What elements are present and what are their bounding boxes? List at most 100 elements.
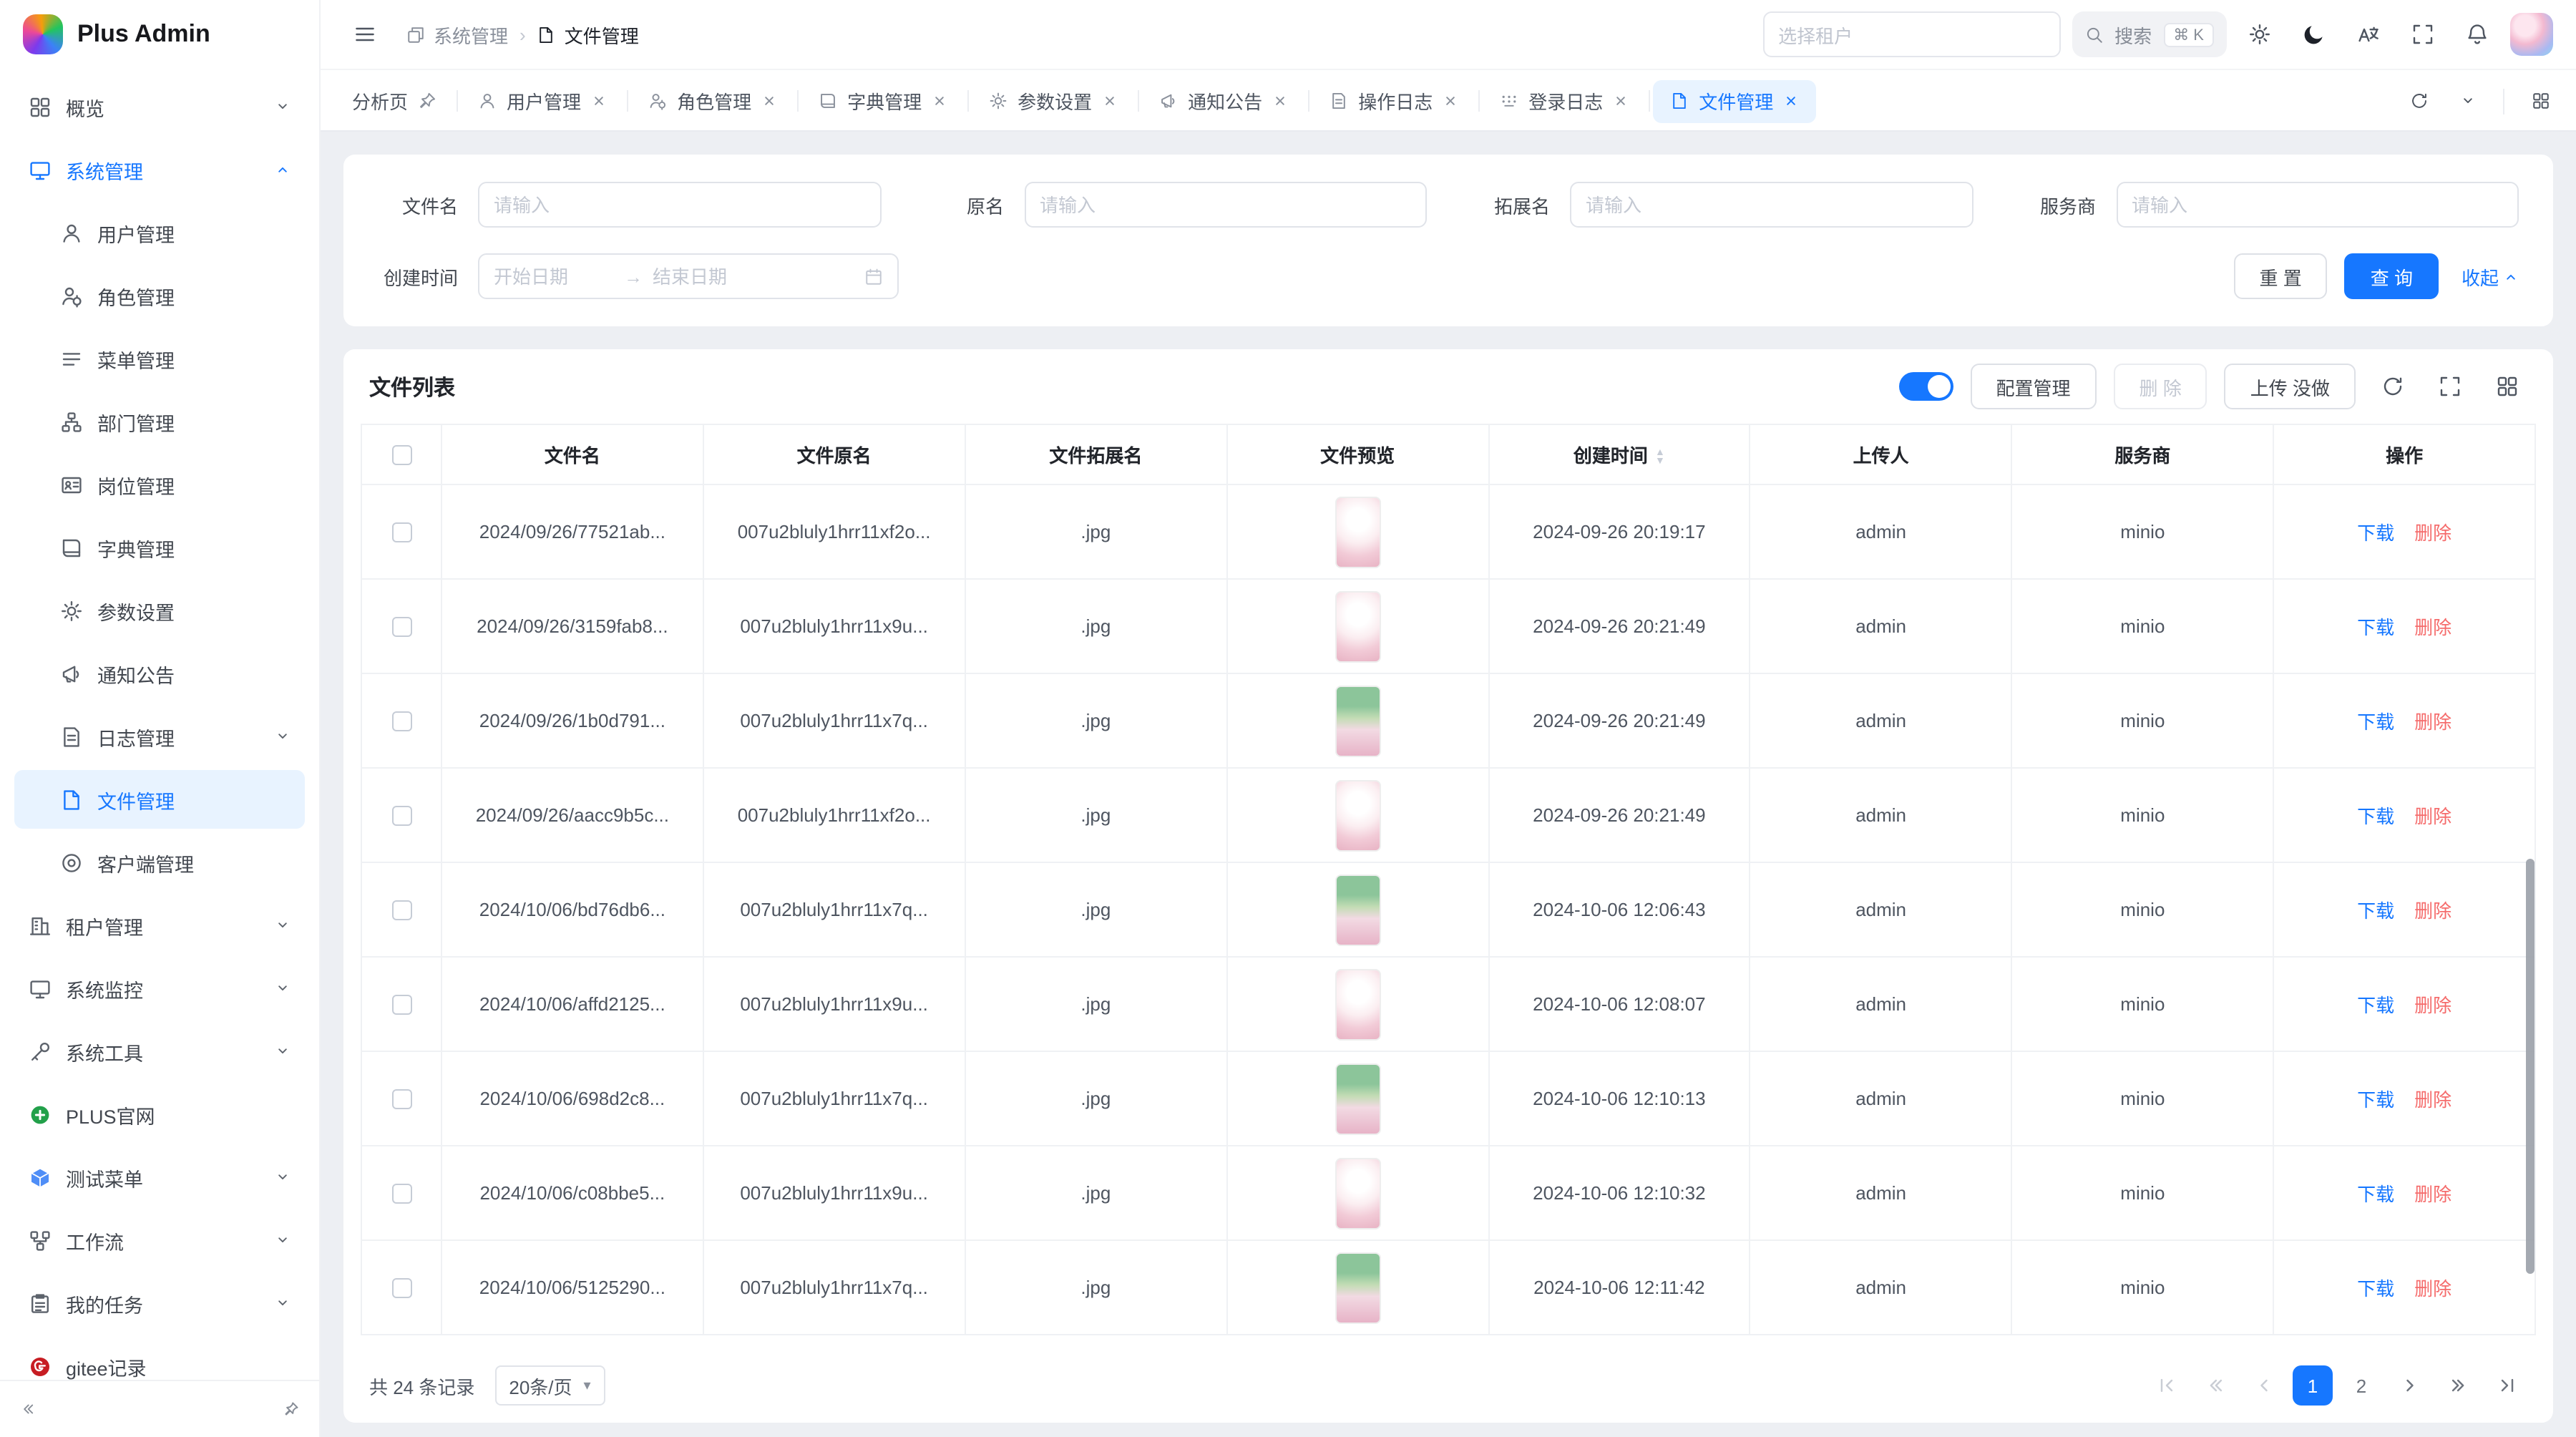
file-preview-image[interactable] — [1335, 779, 1380, 851]
page-1-button[interactable]: 1 — [2293, 1365, 2333, 1406]
language-button[interactable] — [2347, 13, 2390, 56]
file-preview-image[interactable] — [1335, 1157, 1380, 1229]
tab-file-management[interactable]: 文件管理 — [1653, 79, 1816, 122]
tab-notice[interactable]: 通知公告 — [1142, 79, 1305, 122]
download-link[interactable]: 下载 — [2357, 522, 2394, 544]
download-link[interactable]: 下载 — [2357, 900, 2394, 922]
forward-5-pages-button[interactable] — [2439, 1365, 2479, 1406]
upload-button[interactable]: 上传 没做 — [2225, 364, 2356, 409]
close-icon[interactable] — [932, 93, 947, 109]
download-link[interactable]: 下载 — [2357, 1184, 2394, 1205]
sidebar-item-plus-website[interactable]: PLUS官网 — [14, 1085, 305, 1144]
row-checkbox[interactable] — [391, 1090, 411, 1110]
page-size-select[interactable]: 20条/页 ▾ — [494, 1365, 605, 1406]
tab-menu-button[interactable] — [2446, 79, 2489, 122]
row-checkbox[interactable] — [391, 1279, 411, 1299]
back-5-pages-button[interactable] — [2195, 1365, 2235, 1406]
sidebar-item-tenant-management[interactable]: 租户管理 — [14, 896, 305, 955]
search-button[interactable]: 查 询 — [2345, 253, 2439, 299]
layout-button[interactable] — [2519, 79, 2562, 122]
breadcrumb-file-management[interactable]: 文件管理 — [537, 21, 639, 48]
start-date-input[interactable] — [494, 266, 614, 287]
tab-operation-log[interactable]: 操作日志 — [1312, 79, 1475, 122]
last-page-button[interactable] — [2487, 1365, 2527, 1406]
table-scrollbar[interactable] — [2526, 858, 2534, 1274]
delete-link[interactable]: 删除 — [2414, 1184, 2451, 1205]
tab-dict-management[interactable]: 字典管理 — [801, 79, 965, 122]
reset-button[interactable]: 重 置 — [2233, 253, 2327, 299]
date-range-picker[interactable]: → — [478, 253, 899, 299]
delete-link[interactable]: 删除 — [2414, 522, 2451, 544]
download-link[interactable]: 下载 — [2357, 1278, 2394, 1300]
tenant-select[interactable]: 选择租户 — [1762, 11, 2060, 57]
download-link[interactable]: 下载 — [2357, 806, 2394, 827]
refresh-tab-button[interactable] — [2397, 79, 2440, 122]
file-preview-image[interactable] — [1335, 1252, 1380, 1323]
config-management-button[interactable]: 配置管理 — [1970, 364, 2096, 409]
col-create-time[interactable]: 创建时间▲▼ — [1488, 424, 1750, 484]
sidebar-item-system-tools[interactable]: 系统工具 — [14, 1022, 305, 1081]
sidebar-item-department-management[interactable]: 部门管理 — [14, 392, 305, 451]
next-page-button[interactable] — [2390, 1365, 2430, 1406]
sidebar-item-menu-management[interactable]: 菜单管理 — [14, 329, 305, 388]
sidebar-toggle-button[interactable] — [343, 13, 386, 56]
row-checkbox[interactable] — [391, 1184, 411, 1204]
refresh-list-button[interactable] — [2373, 366, 2413, 406]
download-link[interactable]: 下载 — [2357, 711, 2394, 733]
sidebar-item-post-management[interactable]: 岗位管理 — [14, 455, 305, 514]
file-preview-image[interactable] — [1335, 496, 1380, 568]
collapse-filters-link[interactable]: 收起 — [2462, 263, 2519, 290]
delete-link[interactable]: 删除 — [2414, 900, 2451, 922]
close-icon[interactable] — [1443, 93, 1458, 109]
row-checkbox[interactable] — [391, 618, 411, 638]
settings-button[interactable] — [2238, 13, 2281, 56]
download-link[interactable]: 下载 — [2357, 995, 2394, 1016]
fullscreen-button[interactable] — [2401, 13, 2444, 56]
border-toggle[interactable] — [1898, 372, 1953, 401]
file-preview-image[interactable] — [1335, 590, 1380, 662]
sidebar-item-file-management[interactable]: 文件管理 — [14, 770, 305, 829]
tab-analysis[interactable]: 分析页 — [335, 79, 454, 122]
close-icon[interactable] — [1272, 93, 1288, 109]
sidebar-item-system-management[interactable]: 系统管理 — [14, 140, 305, 199]
row-checkbox[interactable] — [391, 995, 411, 1015]
download-link[interactable]: 下载 — [2357, 617, 2394, 638]
row-checkbox[interactable] — [391, 807, 411, 827]
tab-param-settings[interactable]: 参数设置 — [972, 79, 1135, 122]
row-checkbox[interactable] — [391, 712, 411, 732]
sidebar-item-system-monitor[interactable]: 系统监控 — [14, 959, 305, 1018]
close-icon[interactable] — [1102, 93, 1118, 109]
delete-link[interactable]: 删除 — [2414, 1278, 2451, 1300]
sidebar-item-user-management[interactable]: 用户管理 — [14, 203, 305, 262]
sort-icons[interactable]: ▲▼ — [1655, 449, 1665, 466]
sidebar-item-client-management[interactable]: 客户端管理 — [14, 833, 305, 892]
notifications-button[interactable] — [2456, 13, 2499, 56]
delete-link[interactable]: 删除 — [2414, 617, 2451, 638]
fullscreen-table-button[interactable] — [2430, 366, 2470, 406]
sidebar-collapse-button[interactable] — [20, 1401, 36, 1417]
delete-button[interactable]: 删 除 — [2114, 364, 2207, 409]
end-date-input[interactable] — [653, 266, 773, 287]
provider-input[interactable] — [2116, 182, 2519, 228]
row-checkbox[interactable] — [391, 901, 411, 921]
extension-input[interactable] — [1570, 182, 1973, 228]
file-name-input[interactable] — [478, 182, 881, 228]
close-icon[interactable] — [1613, 93, 1629, 109]
sidebar-item-dict-management[interactable]: 字典管理 — [14, 518, 305, 577]
sidebar-item-test-menu[interactable]: 测试菜单 — [14, 1148, 305, 1207]
global-search[interactable]: 搜索 ⌘ K — [2072, 11, 2227, 57]
column-settings-button[interactable] — [2487, 366, 2527, 406]
pin-icon[interactable] — [418, 92, 436, 110]
sidebar-item-workflow[interactable]: 工作流 — [14, 1211, 305, 1270]
delete-link[interactable]: 删除 — [2414, 806, 2451, 827]
select-all-checkbox[interactable] — [391, 446, 411, 466]
sidebar-item-my-tasks[interactable]: 我的任务 — [14, 1274, 305, 1333]
avatar[interactable] — [2510, 13, 2553, 56]
first-page-button[interactable] — [2147, 1365, 2187, 1406]
close-icon[interactable] — [591, 93, 607, 109]
close-icon[interactable] — [761, 93, 777, 109]
sidebar-item-overview[interactable]: 概览 — [14, 77, 305, 136]
sidebar-item-log-management[interactable]: 日志管理 — [14, 707, 305, 766]
close-icon[interactable] — [1783, 93, 1799, 109]
delete-link[interactable]: 删除 — [2414, 711, 2451, 733]
